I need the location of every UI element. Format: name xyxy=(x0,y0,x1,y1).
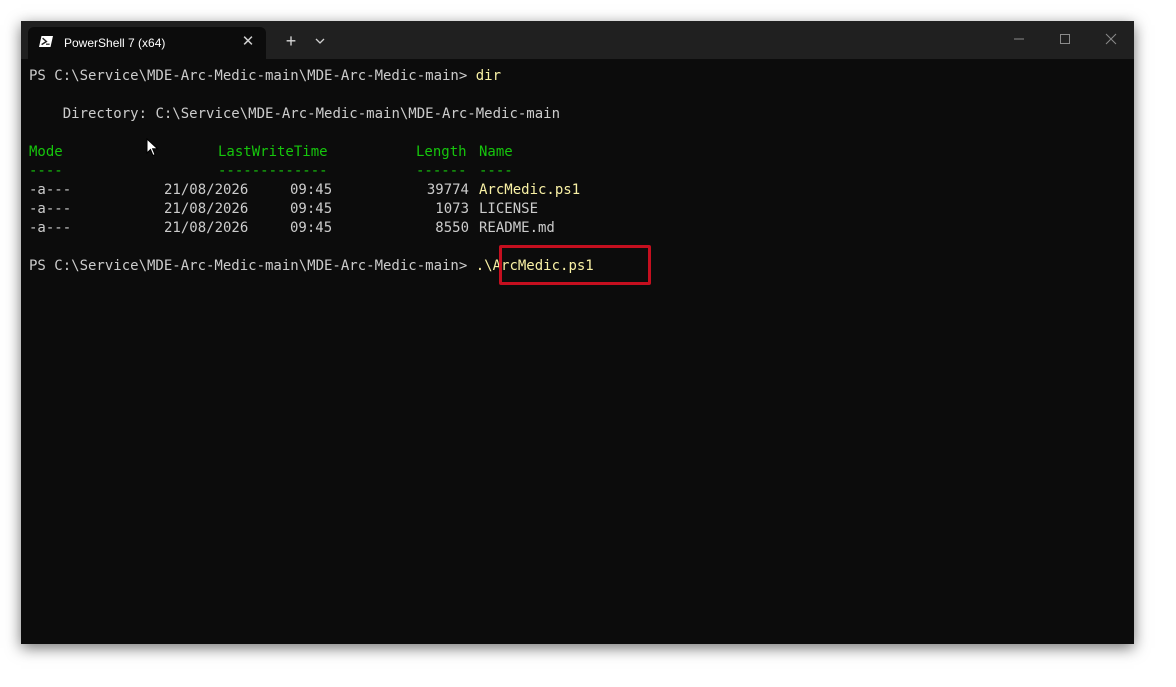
maximize-button[interactable] xyxy=(1042,25,1088,53)
row-name: ArcMedic.ps1 xyxy=(479,182,581,198)
tab-close-icon[interactable]: ✕ xyxy=(238,31,258,53)
title-bar: PowerShell 7 (x64) ✕ + xyxy=(21,21,1134,59)
row-mode: -a--- xyxy=(29,201,72,217)
underline-lastwritetime: ------------- xyxy=(218,163,328,179)
dropdown-button[interactable] xyxy=(309,29,331,53)
table-row: -a--- 21/08/2026 09:45 1073 LICENSE xyxy=(29,200,729,219)
row-time: 09:45 xyxy=(290,220,333,236)
header-length: Length xyxy=(416,144,467,160)
row-date: 21/08/2026 xyxy=(164,182,249,198)
row-name: README.md xyxy=(479,220,555,236)
minimize-icon xyxy=(1014,38,1024,40)
tab-title: PowerShell 7 (x64) xyxy=(64,36,166,50)
header-lastwritetime: LastWriteTime xyxy=(218,144,328,160)
close-button[interactable] xyxy=(1088,25,1134,53)
maximize-icon xyxy=(1060,34,1070,44)
directory-label: Directory: xyxy=(29,106,156,122)
new-tab-button[interactable]: + xyxy=(279,29,303,53)
table-row: -a--- 21/08/2026 09:45 39774 ArcMedic.ps1 xyxy=(29,181,729,200)
prompt-line-1: PS C:\Service\MDE-Arc-Medic-main\MDE-Arc… xyxy=(29,67,501,86)
row-length: 1073 xyxy=(435,201,469,217)
header-name: Name xyxy=(479,144,513,160)
directory-path: C:\Service\MDE-Arc-Medic-main\MDE-Arc-Me… xyxy=(155,106,561,122)
header-mode: Mode xyxy=(29,144,63,160)
prompt: PS C:\Service\MDE-Arc-Medic-main\MDE-Arc… xyxy=(29,68,476,84)
underline-length: ------ xyxy=(416,163,467,179)
underline-name: ---- xyxy=(479,163,513,179)
row-time: 09:45 xyxy=(290,201,333,217)
row-length: 8550 xyxy=(435,220,469,236)
row-mode: -a--- xyxy=(29,220,72,236)
row-date: 21/08/2026 xyxy=(164,220,249,236)
row-time: 09:45 xyxy=(290,182,333,198)
terminal-window: PowerShell 7 (x64) ✕ + PS C:\Service\MDE… xyxy=(21,21,1134,644)
row-length: 39774 xyxy=(426,182,469,198)
mouse-pointer-icon xyxy=(146,138,159,157)
tab-powershell[interactable]: PowerShell 7 (x64) ✕ xyxy=(28,27,266,59)
prompt: PS C:\Service\MDE-Arc-Medic-main\MDE-Arc… xyxy=(29,258,476,274)
row-date: 21/08/2026 xyxy=(164,201,249,217)
chevron-down-icon xyxy=(315,38,325,44)
underline-mode: ---- xyxy=(29,163,63,179)
terminal-output[interactable]: PS C:\Service\MDE-Arc-Medic-main\MDE-Arc… xyxy=(21,59,1134,644)
table-row: -a--- 21/08/2026 09:45 8550 README.md xyxy=(29,219,729,238)
directory-line: Directory: C:\Service\MDE-Arc-Medic-main… xyxy=(29,105,560,124)
minimize-button[interactable] xyxy=(996,25,1042,53)
command-highlight-box xyxy=(499,245,651,285)
close-icon xyxy=(1105,33,1117,45)
row-name: LICENSE xyxy=(479,201,539,217)
command-dir: dir xyxy=(475,68,502,84)
powershell-icon xyxy=(39,36,53,47)
row-mode: -a--- xyxy=(29,182,72,198)
